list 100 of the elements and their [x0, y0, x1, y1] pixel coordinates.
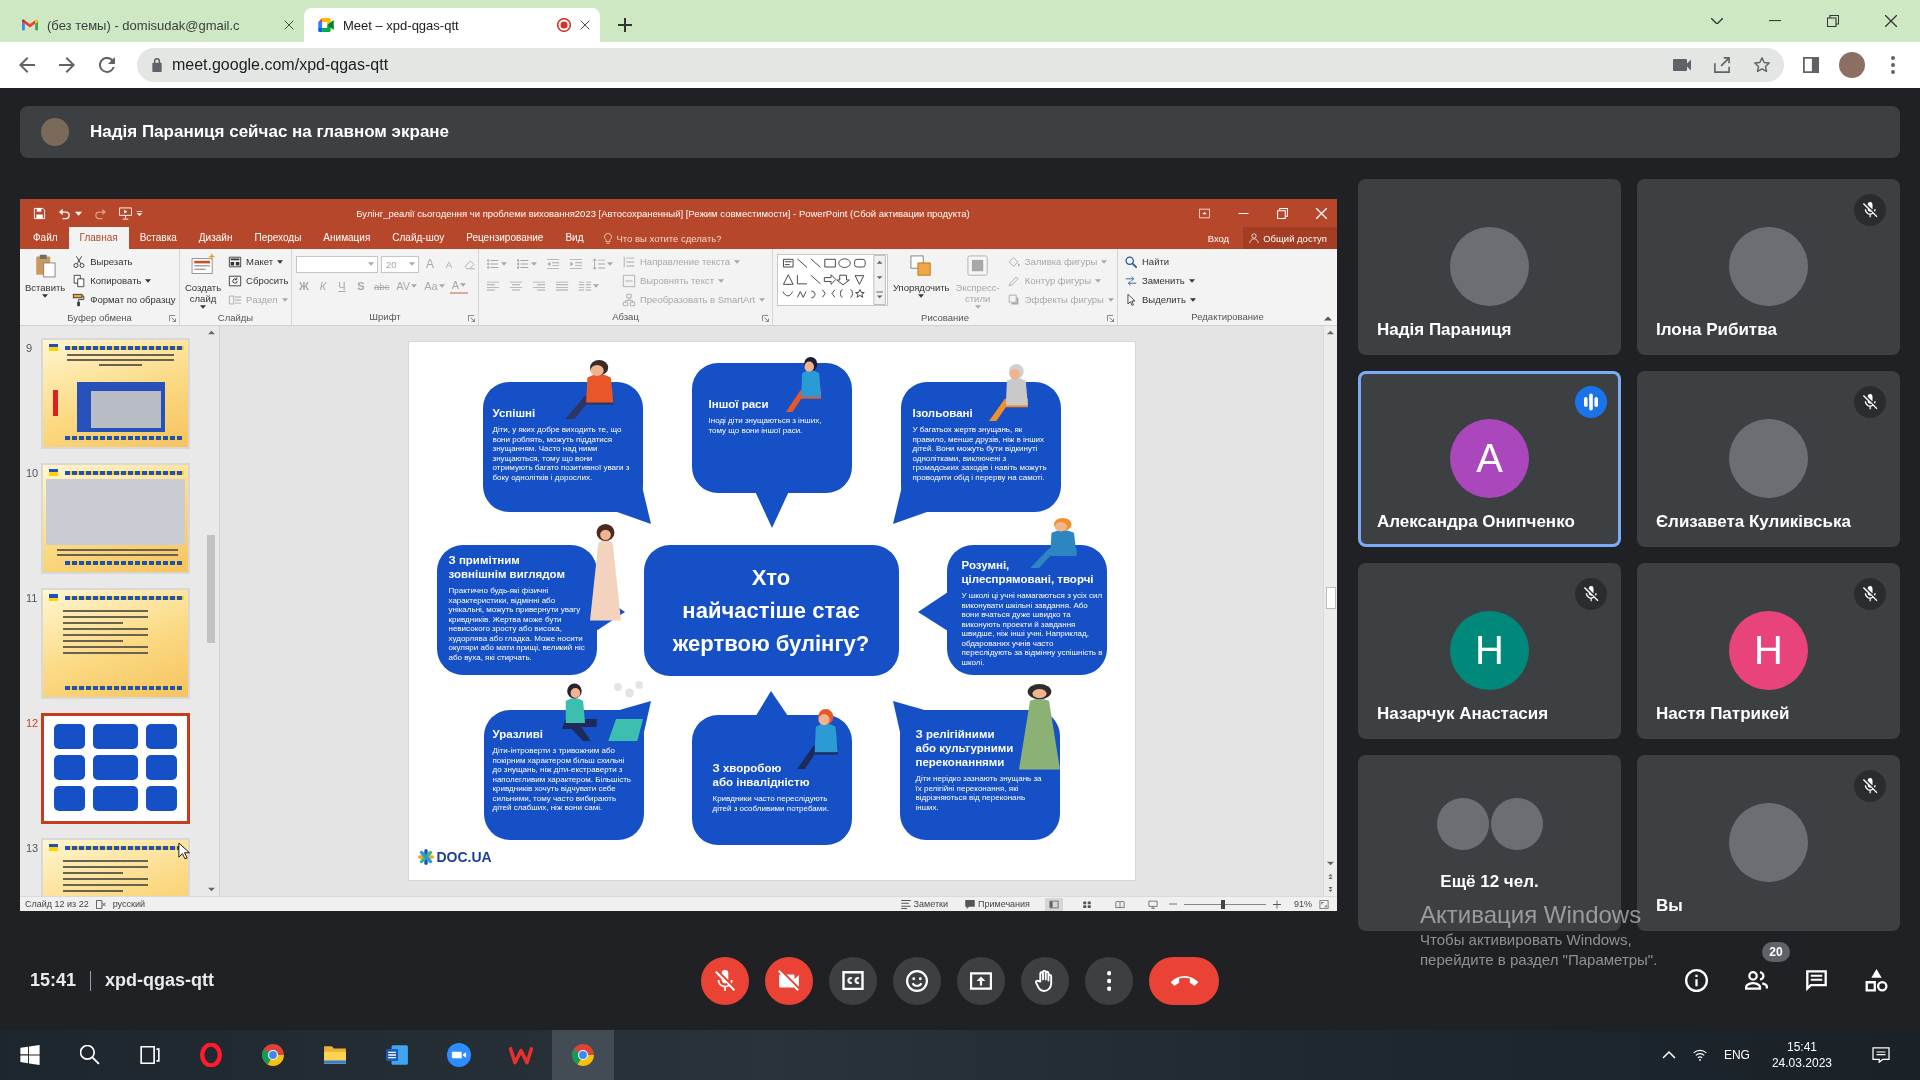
minimize-icon[interactable] — [1238, 212, 1249, 214]
microphone-button[interactable] — [701, 956, 749, 1005]
letter-avatar: Н — [1450, 611, 1529, 690]
format-painter-button[interactable]: Формат по образцу — [70, 290, 178, 309]
select-button[interactable]: Выделить — [1122, 290, 1198, 309]
copy-button[interactable]: Копировать — [70, 271, 178, 290]
numbered-list-icon — [516, 257, 530, 271]
browser-tab[interactable]: Meet – xpd-qgas-qtt — [304, 8, 600, 42]
avatar-placeholder[interactable] — [1839, 52, 1866, 78]
caret-icon[interactable] — [75, 210, 82, 216]
comments-button[interactable]: Примечания — [965, 899, 1030, 909]
previous-slide-icon[interactable] — [1327, 874, 1334, 879]
slideshow-start-icon[interactable] — [119, 206, 132, 220]
shapes-gallery[interactable] — [777, 254, 888, 306]
reset-icon — [228, 273, 243, 288]
notifications-icon[interactable] — [1872, 1047, 1890, 1063]
customize-caret-icon[interactable] — [136, 210, 143, 216]
find-button[interactable]: Найти — [1122, 252, 1198, 271]
window-title: Булінг_реалії сьогодення чи проблеми виховання2023 [Автосохраненный] [Режим совместимости] - PowerPoint (Сбой активации продукта) — [355, 207, 971, 219]
new-tab-icon[interactable] — [618, 18, 632, 32]
notes-button[interactable]: Заметки — [900, 899, 948, 909]
save-icon[interactable] — [33, 206, 46, 220]
lock-icon — [151, 58, 162, 72]
spell-check-icon[interactable] — [95, 899, 106, 909]
sign-in-link[interactable]: Вход — [1207, 227, 1230, 249]
close-icon[interactable] — [284, 20, 294, 30]
dialog-launcher-icon[interactable] — [762, 315, 769, 322]
ribbon-tab[interactable]: Дизайн — [187, 227, 244, 249]
task-view-icon — [140, 1045, 160, 1065]
address-bar[interactable]: meet.google.com/xpd-qgas-qtt — [136, 48, 1785, 82]
dialog-launcher-icon[interactable] — [169, 315, 176, 322]
normal-view-button[interactable] — [1045, 897, 1063, 911]
wifi-icon[interactable] — [1692, 1048, 1707, 1062]
camera-button[interactable] — [765, 956, 813, 1005]
fit-to-window-icon[interactable] — [1319, 899, 1329, 909]
language-indicator[interactable]: русский — [112, 899, 145, 909]
ribbon-group-label: Буфер обмена — [67, 312, 132, 325]
video-camera-icon[interactable] — [1673, 57, 1692, 73]
raise-hand-button[interactable] — [1021, 956, 1069, 1005]
ribbon-tab[interactable]: Файл — [22, 227, 69, 249]
ribbon-tab[interactable]: Анимация — [312, 227, 382, 249]
layout-button[interactable]: Макет — [226, 252, 291, 271]
leave-call-button[interactable] — [1149, 956, 1219, 1005]
more-options-button[interactable] — [1085, 956, 1133, 1005]
browser-tab[interactable]: (без темы) - domisudak@gmail.c — [8, 8, 304, 42]
input-language[interactable]: ENG — [1723, 1048, 1750, 1062]
taskbar-app-button[interactable] — [552, 1030, 614, 1080]
tell-me-search[interactable]: Что вы хотите сделать? — [604, 227, 722, 249]
replace-button[interactable]: Заменить — [1122, 271, 1198, 290]
participant-name: Назарчук Анастасия — [1376, 704, 1550, 724]
slider-thumb[interactable] — [1220, 899, 1225, 909]
scrollbar-thumb[interactable] — [1325, 587, 1336, 609]
person-icon — [1249, 232, 1260, 244]
ribbon-tab[interactable]: Главная — [68, 227, 129, 249]
scrollbar[interactable] — [1323, 326, 1337, 896]
ribbon-tab[interactable]: Слайд-шоу — [381, 227, 456, 249]
dialog-launcher-icon[interactable] — [1107, 315, 1114, 322]
bubble-title: Розумні, цілеспрямовані, творчі — [961, 558, 1094, 586]
reset-button[interactable]: Сбросить — [226, 271, 291, 290]
slide-number: 9 — [26, 341, 34, 356]
folder-icon — [323, 1043, 347, 1067]
restore-icon[interactable] — [1277, 207, 1288, 219]
undo-icon[interactable] — [58, 206, 71, 220]
close-icon[interactable] — [580, 20, 590, 30]
slide-thumbnail[interactable] — [41, 713, 190, 824]
paste-button[interactable]: Вставить — [24, 252, 67, 312]
captions-button[interactable] — [829, 956, 877, 1005]
cut-button[interactable]: Вырезать — [70, 252, 178, 271]
reactions-button[interactable] — [893, 956, 941, 1005]
next-slide-icon[interactable] — [1327, 887, 1334, 892]
share-button[interactable]: Общий доступ — [1243, 227, 1337, 249]
bubble-text: Практично будь-які фізичні характеристики, відмінні або унікальні, можуть привернути увагу кривдників. Жертва може бути невисокого зросту або висока, худорлява або гладка. Може носити окуляри або мати прищі, великий ніс або вуха, які стирчать. — [448, 586, 586, 662]
present-button[interactable] — [957, 956, 1005, 1005]
bookmark-star-icon[interactable] — [1753, 57, 1772, 73]
phone-hangup-icon — [1170, 975, 1198, 986]
ribbon-group-label: Слайды — [217, 312, 254, 325]
dialog-launcher-icon[interactable] — [468, 315, 475, 322]
participant-name: Настя Патрикей — [1655, 704, 1791, 724]
share-icon[interactable] — [1713, 57, 1732, 73]
collapse-ribbon-icon[interactable] — [1324, 316, 1332, 321]
meeting-time: 15:41 — [30, 970, 77, 991]
ribbon-tab[interactable]: Вид — [554, 227, 595, 249]
bubble-text: У школі ці учні намагаються з усіх сил виконувати шкільні завдання. Або вони вчаться дуже швидко та виконують проекти й завдання швидше, ніж інші учні. Наприклад, обдарованих учнів часто переслідують за відмінну успішність в школі. — [961, 591, 1103, 667]
back-arrow-icon — [19, 57, 35, 73]
zoom-level[interactable]: 91% — [1294, 899, 1312, 909]
scrollbar-thumb[interactable] — [207, 535, 215, 643]
arrange-button[interactable]: Упорядочить — [892, 252, 951, 312]
scroll-up-icon[interactable] — [207, 330, 215, 335]
ribbon-tab[interactable]: Рецензирование — [455, 227, 555, 249]
participant-name: Вы — [1655, 896, 1684, 916]
scroll-down-icon[interactable] — [207, 887, 215, 892]
scroll-down-icon[interactable] — [1327, 861, 1334, 866]
avatar-placeholder — [41, 118, 69, 146]
ribbon-tab[interactable]: Переходы — [243, 227, 313, 249]
clock[interactable]: 15:41 24.03.2023 — [1771, 1039, 1832, 1071]
new-slide-button[interactable]: Создать слайд — [184, 252, 223, 312]
slide-counter: Слайд 12 из 22 — [25, 899, 89, 909]
scroll-up-icon[interactable] — [1327, 330, 1334, 335]
ribbon-display-icon[interactable] — [1199, 207, 1210, 219]
ribbon-tab[interactable]: Вставка — [128, 227, 188, 249]
